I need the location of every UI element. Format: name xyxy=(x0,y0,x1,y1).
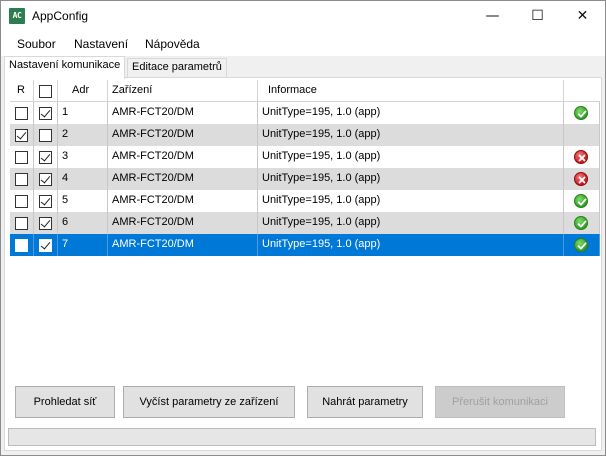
tab-strip: Nastavení komunikace Editace parametrů xyxy=(1,56,605,79)
status-error-icon xyxy=(574,172,588,186)
menu-soubor[interactable]: Soubor xyxy=(17,37,56,51)
status-bar xyxy=(8,428,596,446)
row-status-cell xyxy=(564,190,600,212)
row-info: UnitType=195, 1.0 (app) xyxy=(258,212,564,234)
row-select-cell[interactable] xyxy=(34,146,58,168)
row-device: AMR-FCT20/DM xyxy=(108,102,258,124)
row-address: 2 xyxy=(58,124,108,146)
row-device: AMR-FCT20/DM xyxy=(108,124,258,146)
table-row[interactable]: 6 AMR-FCT20/DM UnitType=195, 1.0 (app) xyxy=(10,212,600,234)
row-select-cell[interactable] xyxy=(34,212,58,234)
row-r-checkbox[interactable] xyxy=(15,129,28,142)
minimize-button[interactable]: — xyxy=(470,1,515,31)
row-status-cell xyxy=(564,102,600,124)
upload-parameters-button[interactable]: Nahrát parametry xyxy=(307,386,423,418)
row-r-cell[interactable] xyxy=(10,146,34,168)
window-title: AppConfig xyxy=(32,9,89,23)
row-address: 6 xyxy=(58,212,108,234)
row-r-checkbox[interactable] xyxy=(15,195,28,208)
row-info: UnitType=195, 1.0 (app) xyxy=(258,102,564,124)
app-window: AC AppConfig — ☐ ✕ Soubor Nastavení Nápo… xyxy=(0,0,606,456)
row-r-cell[interactable] xyxy=(10,168,34,190)
grid-header: R Adr Zařízení Informace xyxy=(10,80,600,102)
tab-editace-parametru[interactable]: Editace parametrů xyxy=(127,58,227,78)
row-select-checkbox[interactable] xyxy=(39,217,52,230)
row-r-checkbox[interactable] xyxy=(15,217,28,230)
select-all-checkbox[interactable] xyxy=(39,85,52,98)
row-status-cell xyxy=(564,124,600,146)
row-address: 5 xyxy=(58,190,108,212)
table-row[interactable]: 3 AMR-FCT20/DM UnitType=195, 1.0 (app) xyxy=(10,146,600,168)
row-device: AMR-FCT20/DM xyxy=(108,212,258,234)
row-r-cell[interactable] xyxy=(10,212,34,234)
status-error-icon xyxy=(574,150,588,164)
row-select-cell[interactable] xyxy=(34,102,58,124)
row-select-cell[interactable] xyxy=(34,168,58,190)
row-select-checkbox[interactable] xyxy=(39,107,52,120)
tab-panel-communication: R Adr Zařízení Informace 1 AMR-FCT20/DM Un… xyxy=(4,77,602,451)
status-ok-icon xyxy=(574,238,588,252)
column-header-r[interactable]: R xyxy=(10,80,34,102)
stop-communication-button[interactable]: Přerušit komunikaci xyxy=(435,386,565,418)
table-row[interactable]: 7 AMR-FCT20/DM UnitType=195, 1.0 (app) xyxy=(10,234,600,256)
row-r-checkbox[interactable] xyxy=(15,239,28,252)
row-info: UnitType=195, 1.0 (app) xyxy=(258,190,564,212)
read-parameters-button[interactable]: Vyčíst parametry ze zařízení xyxy=(123,386,295,418)
row-device: AMR-FCT20/DM xyxy=(108,234,258,256)
menu-nastaveni[interactable]: Nastavení xyxy=(74,37,128,51)
column-header-device[interactable]: Zařízení xyxy=(108,80,258,102)
row-info: UnitType=195, 1.0 (app) xyxy=(258,168,564,190)
row-r-checkbox[interactable] xyxy=(15,107,28,120)
status-ok-icon xyxy=(574,194,588,208)
row-info: UnitType=195, 1.0 (app) xyxy=(258,146,564,168)
row-r-cell[interactable] xyxy=(10,190,34,212)
device-grid: R Adr Zařízení Informace 1 AMR-FCT20/DM Un… xyxy=(10,80,600,376)
row-device: AMR-FCT20/DM xyxy=(108,168,258,190)
row-r-cell[interactable] xyxy=(10,124,34,146)
row-status-cell xyxy=(564,146,600,168)
column-header-status xyxy=(564,80,600,102)
row-status-cell xyxy=(564,212,600,234)
title-bar[interactable]: AC AppConfig — ☐ ✕ xyxy=(1,1,605,31)
row-device: AMR-FCT20/DM xyxy=(108,190,258,212)
column-header-select-all[interactable] xyxy=(34,80,58,102)
row-r-cell[interactable] xyxy=(10,102,34,124)
menu-bar: Soubor Nastavení Nápověda xyxy=(1,31,605,56)
app-logo-icon: AC xyxy=(9,8,25,24)
table-row[interactable]: 2 AMR-FCT20/DM UnitType=195, 1.0 (app) xyxy=(10,124,600,146)
row-select-checkbox[interactable] xyxy=(39,195,52,208)
search-network-button[interactable]: Prohledat síť xyxy=(15,386,115,418)
tab-nastaveni-komunikace[interactable]: Nastavení komunikace xyxy=(4,56,126,79)
row-status-cell xyxy=(564,234,600,256)
row-select-checkbox[interactable] xyxy=(39,239,52,252)
column-header-adr[interactable]: Adr xyxy=(58,80,108,102)
row-select-cell[interactable] xyxy=(34,234,58,256)
status-ok-icon xyxy=(574,216,588,230)
row-info: UnitType=195, 1.0 (app) xyxy=(258,124,564,146)
table-row[interactable]: 4 AMR-FCT20/DM UnitType=195, 1.0 (app) xyxy=(10,168,600,190)
maximize-button[interactable]: ☐ xyxy=(515,1,560,31)
menu-napoveda[interactable]: Nápověda xyxy=(145,37,200,51)
row-select-cell[interactable] xyxy=(34,190,58,212)
row-r-cell[interactable] xyxy=(10,234,34,256)
row-select-checkbox[interactable] xyxy=(39,151,52,164)
row-select-cell[interactable] xyxy=(34,124,58,146)
row-r-checkbox[interactable] xyxy=(15,173,28,186)
table-row[interactable]: 1 AMR-FCT20/DM UnitType=195, 1.0 (app) xyxy=(10,102,600,124)
row-r-checkbox[interactable] xyxy=(15,151,28,164)
row-status-cell xyxy=(564,168,600,190)
column-header-info[interactable]: Informace xyxy=(258,80,564,102)
row-info: UnitType=195, 1.0 (app) xyxy=(258,234,564,256)
row-address: 3 xyxy=(58,146,108,168)
row-address: 7 xyxy=(58,234,108,256)
table-row[interactable]: 5 AMR-FCT20/DM UnitType=195, 1.0 (app) xyxy=(10,190,600,212)
row-select-checkbox[interactable] xyxy=(39,129,52,142)
close-button[interactable]: ✕ xyxy=(560,1,605,31)
row-address: 4 xyxy=(58,168,108,190)
row-address: 1 xyxy=(58,102,108,124)
status-ok-icon xyxy=(574,106,588,120)
row-select-checkbox[interactable] xyxy=(39,173,52,186)
row-device: AMR-FCT20/DM xyxy=(108,146,258,168)
